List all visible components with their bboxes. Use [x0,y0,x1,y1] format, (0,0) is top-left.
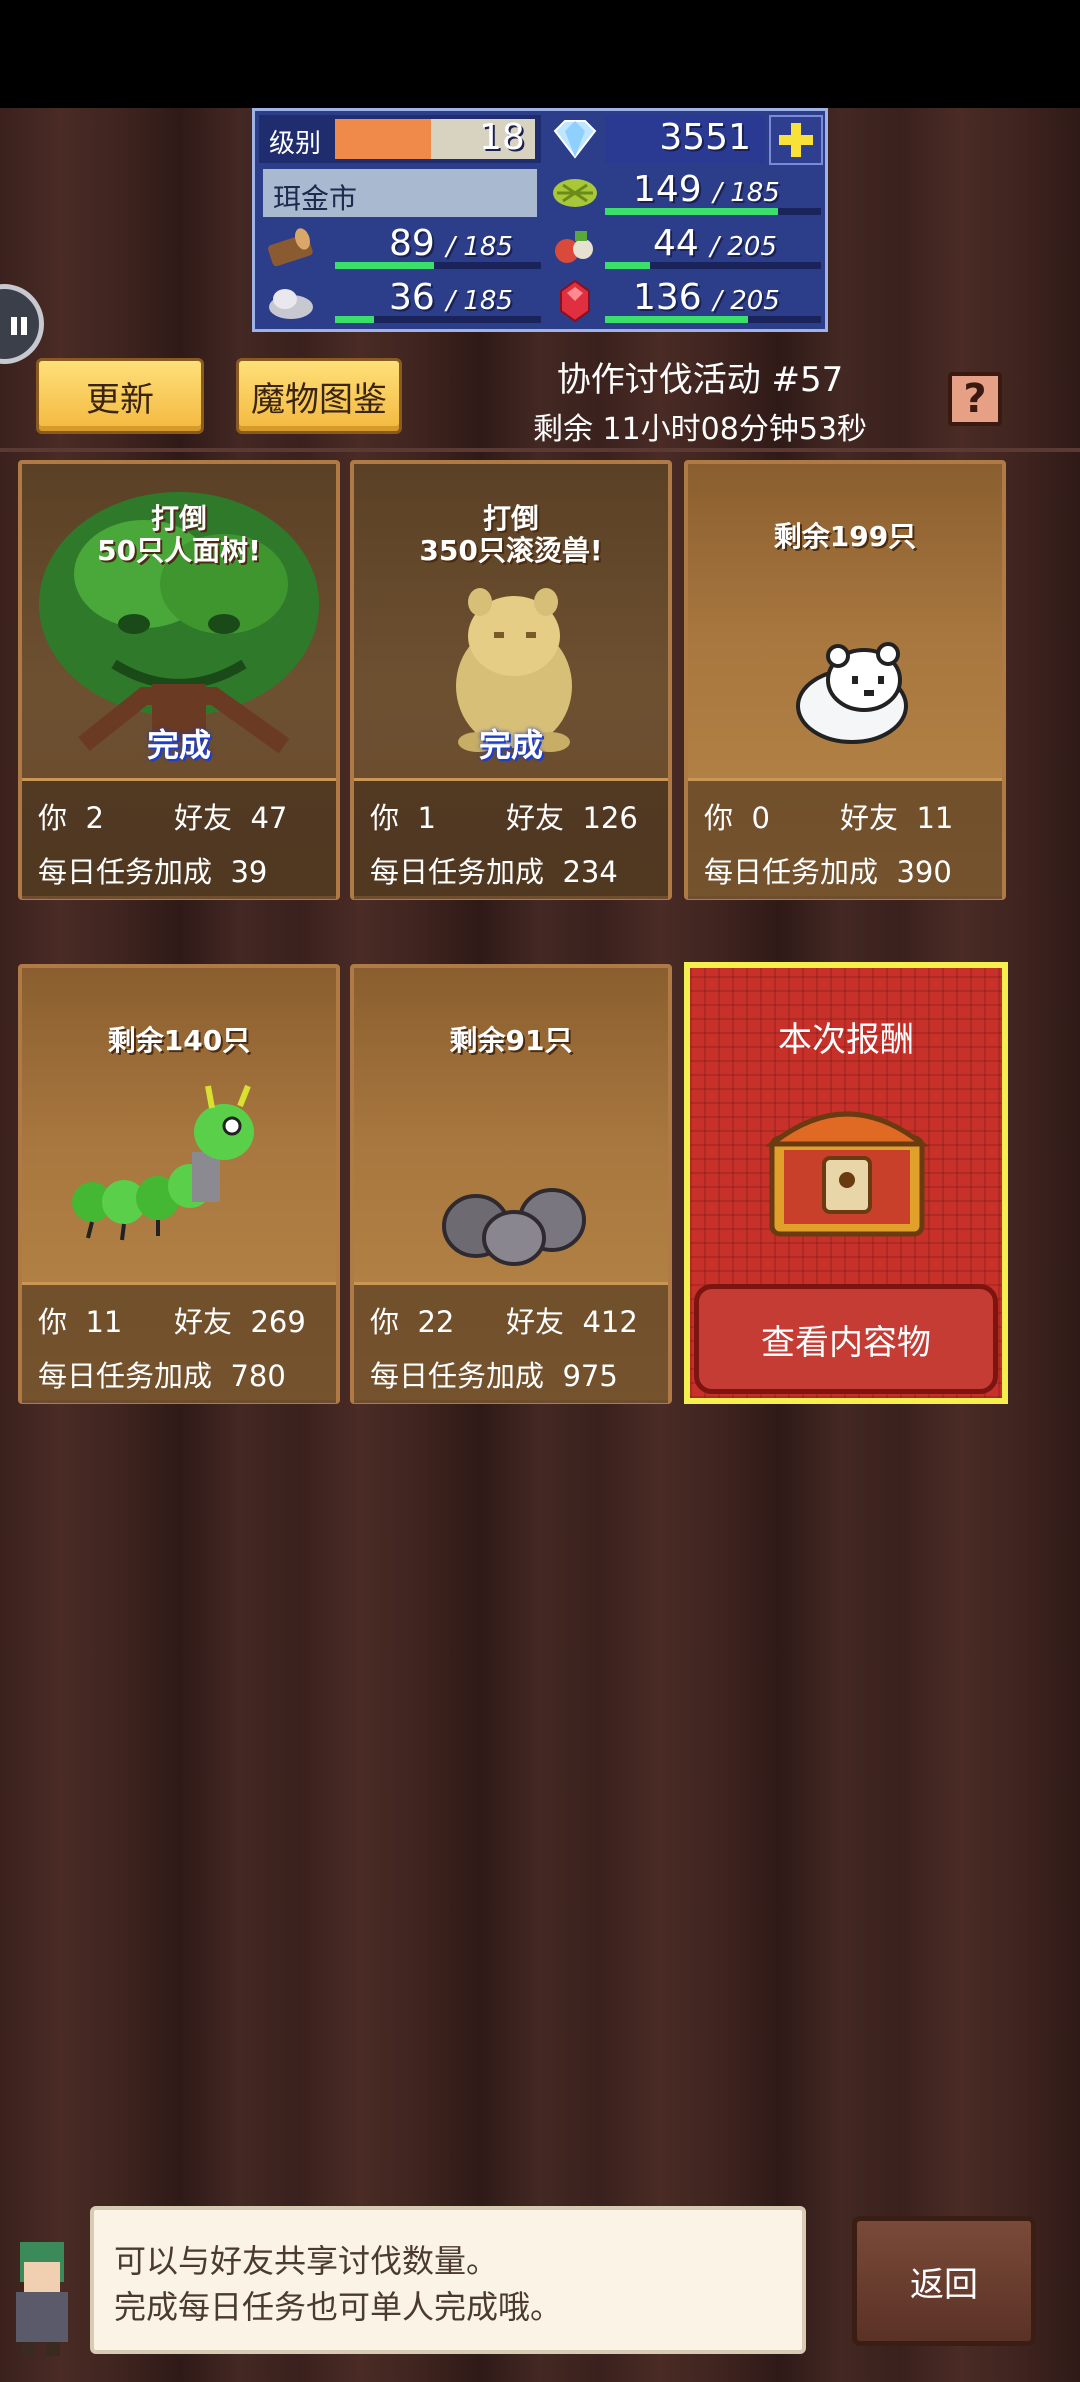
you-count-row: 你 11 [38,1305,123,1339]
card-title-line2: 50只人面树! [97,534,261,567]
daily-bonus-row: 每日任务加成 39 [38,855,268,889]
pause-icon [11,317,27,335]
daily-bonus-row: 每日任务加成 234 [370,855,618,889]
ore-icon [265,277,317,325]
wood-bar [335,262,434,269]
treasure-chest-icon [764,1111,930,1237]
remaining-count: 剩余91只 [449,1024,573,1057]
monster-card-tree[interactable]: 打倒 50只人面树! 完成 你 2 好友 47 每日任务加成 39 [18,460,340,900]
card-stats: 你 0 好友 11 每日任务加成 390 [688,778,1002,899]
friend-count-row: 好友 126 [506,801,638,835]
level-label: 级别 [269,129,322,159]
food-value: 44 / 205 [653,223,777,264]
reward-card: 本次报酬 查看内容物 [684,962,1008,1404]
ore-bar [335,316,375,323]
monster-card-caterpillar[interactable]: 剩余140只 你 11 好友 269 每日任务加成 780 [18,964,340,1404]
refresh-button[interactable]: 更新 [36,358,204,434]
header-divider [0,448,1080,452]
advisor-avatar [16,2242,68,2356]
you-count-row: 你 0 [704,801,770,835]
town-name: 珥金市 [273,182,358,215]
monster-card-polar-bear[interactable]: 剩余199只 你 0 好友 11 每日任务加成 390 [684,460,1006,900]
ruby-value: 136 / 205 [633,277,780,318]
done-tag: 完成 [478,726,543,764]
caterpillar-sprite [72,1084,254,1241]
event-timer: 剩余 11小时08分钟53秒 [532,412,868,447]
card-stats: 你 2 好友 47 每日任务加成 39 [22,778,336,899]
card-stats: 你 11 好友 269 每日任务加成 780 [22,1282,336,1403]
ruby-icon [549,277,601,325]
gems-cell: 3551 [605,115,765,163]
rock-monster-sprite [442,1188,586,1266]
card-stats: 你 22 好友 412 每日任务加成 975 [354,1282,668,1403]
ore-value: 36 / 185 [389,277,513,318]
grass-icon [549,169,601,217]
hint-line-1: 可以与好友共享讨伐数量。 [114,2242,499,2280]
plus-icon [779,123,813,157]
event-title: 协作讨伐活动 #57 [556,360,844,400]
food-bar [605,262,651,269]
grass-cell: 149 / 185 [605,169,821,217]
monster-card-hot-beast[interactable]: 打倒 350只滚烫兽! 完成 你 1 好友 126 每日任务加成 234 [350,460,672,900]
hint-line-2: 完成每日任务也可单人完成哦。 [114,2288,563,2326]
town-cell: 珥金市 [263,169,537,217]
grass-value: 149 / 185 [633,169,780,210]
reward-title: 本次报酬 [778,1020,914,1060]
gems-value: 3551 [659,117,751,158]
friend-count-row: 好友 47 [174,801,288,835]
polar-bear-sprite [796,642,908,744]
wood-icon [265,223,317,271]
level-value: 18 [479,117,525,158]
daily-bonus-row: 每日任务加成 975 [370,1359,618,1393]
status-bar [0,0,1080,108]
you-count-row: 你 2 [38,801,104,835]
food-icon [549,223,601,271]
card-title-line2: 350只滚烫兽! [419,534,603,567]
card-stats: 你 1 好友 126 每日任务加成 234 [354,778,668,899]
food-cell: 44 / 205 [605,223,821,271]
friend-count-row: 好友 11 [840,801,954,835]
add-gems-button[interactable] [769,115,823,165]
ruby-bar [605,316,748,323]
gem-icon [549,115,601,163]
remaining-count: 剩余140只 [107,1024,251,1057]
ruby-cell: 136 / 205 [605,277,821,325]
monster-card-rocks[interactable]: 剩余91只 你 22 好友 412 每日任务加成 975 [350,964,672,1404]
daily-bonus-row: 每日任务加成 390 [704,855,952,889]
friend-count-row: 好友 412 [506,1305,638,1339]
grass-bar [605,208,778,215]
card-title-line1: 打倒 [482,502,539,535]
bestiary-button[interactable]: 魔物图鉴 [236,358,402,434]
help-button[interactable]: ? [948,372,1002,426]
done-tag: 完成 [146,726,211,764]
ore-cell: 36 / 185 [335,277,541,325]
back-button[interactable]: 返回 [852,2216,1036,2346]
resource-panel: 级别 18 3551 珥金市 149 / 185 89 / 185 44 / 2… [252,108,828,332]
wood-value: 89 / 185 [389,223,513,264]
view-contents-button[interactable]: 查看内容物 [694,1284,998,1394]
level-cell: 级别 18 [259,115,541,163]
card-title-line1: 打倒 [150,502,207,535]
you-count-row: 你 22 [370,1305,455,1339]
hint-message-box: 可以与好友共享讨伐数量。 完成每日任务也可单人完成哦。 [90,2206,806,2354]
friend-count-row: 好友 269 [174,1305,306,1339]
wood-cell: 89 / 185 [335,223,541,271]
side-menu-tab[interactable] [0,284,44,364]
level-progress-fill [335,119,431,159]
daily-bonus-row: 每日任务加成 780 [38,1359,286,1393]
you-count-row: 你 1 [370,801,436,835]
remaining-count: 剩余199只 [773,520,917,553]
